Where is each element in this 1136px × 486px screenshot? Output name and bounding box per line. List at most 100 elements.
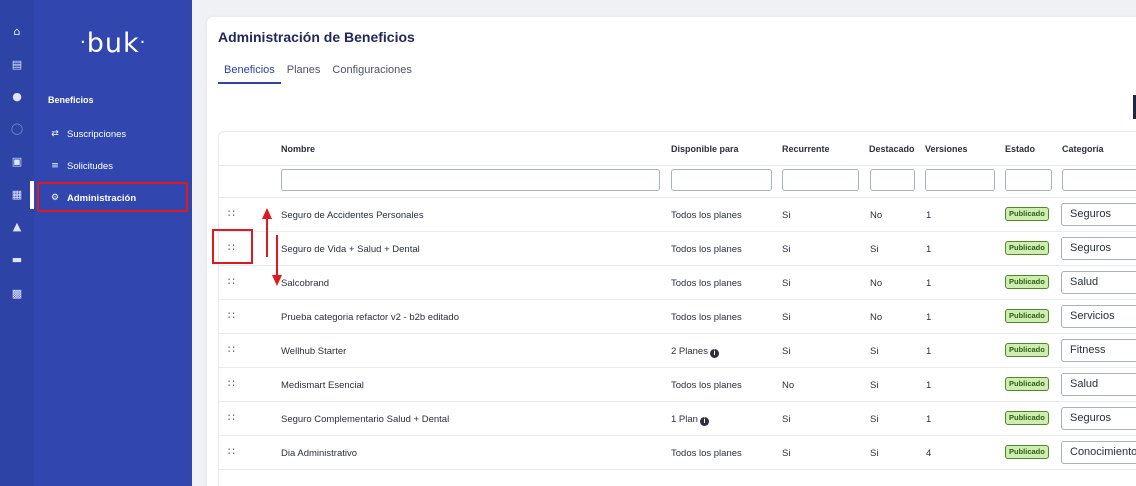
cell-disponible: Todos los planes — [671, 448, 742, 459]
benefits-table: Nombre Disponible para Recurrente Destac… — [218, 131, 1136, 486]
document-icon[interactable]: ▤ — [9, 58, 25, 72]
clock-icon[interactable]: ◯ — [9, 122, 25, 136]
tab-configuraciones[interactable]: Configuraciones — [326, 64, 418, 84]
category-select[interactable]: Salud — [1061, 271, 1136, 294]
info-icon[interactable]: i — [699, 417, 709, 426]
cell-versiones: 1 — [926, 210, 932, 221]
cell-nombre[interactable]: Prueba categoria refactor v2 - b2b edita… — [281, 312, 459, 323]
annotation-arrowhead-up — [262, 208, 272, 219]
logo: ·buk· — [80, 28, 147, 59]
annotation-arrowhead-down — [272, 275, 282, 286]
header-destacado[interactable]: Destacado — [869, 144, 915, 154]
cell-nombre[interactable]: Seguro de Accidentes Personales — [281, 210, 424, 221]
header-recurrente[interactable]: Recurrente — [782, 144, 830, 154]
cell-versiones: 1 — [926, 414, 932, 425]
list-icon: ≡ — [51, 161, 59, 171]
drag-handle-icon[interactable]: ∷ — [228, 411, 235, 424]
category-select[interactable]: Seguros — [1061, 203, 1136, 226]
cell-destacado: Si — [870, 244, 879, 255]
sidebar-section-title: Beneficios — [48, 95, 94, 105]
cell-nombre[interactable]: Seguro Complementario Salud + Dental — [281, 414, 449, 425]
filter-disponible-input[interactable] — [671, 169, 772, 191]
drag-handle-icon[interactable]: ∷ — [228, 207, 235, 220]
cell-nombre[interactable]: Salcobrand — [281, 278, 329, 289]
cell-destacado: No — [870, 312, 883, 323]
main-card: Administración de Beneficios Beneficios … — [207, 17, 1136, 486]
table-row: ∷ Dia Administrativo Todos los planes Si Si 4… — [219, 436, 1136, 470]
cell-versiones: 4 — [926, 448, 932, 459]
table-row: ∷ Prueba categoria refactor v2 - b2b edit… — [219, 300, 1136, 334]
cell-recurrente: Si — [782, 210, 791, 221]
cell-nombre[interactable]: Seguro de Vida + Salud + Dental — [281, 244, 420, 255]
annotation-arrows — [262, 208, 282, 286]
filter-destacado-input[interactable] — [870, 169, 915, 191]
drag-handle-icon[interactable]: ∷ — [228, 445, 235, 458]
home-icon[interactable]: ⌂ — [9, 25, 25, 39]
category-select[interactable]: Seguros — [1061, 407, 1136, 430]
category-select[interactable]: Fitness — [1061, 339, 1136, 362]
cell-destacado: Si — [870, 448, 879, 459]
drag-handle-icon[interactable]: ∷ — [228, 309, 235, 322]
cell-nombre[interactable]: Wellhub Starter — [281, 346, 346, 357]
cell-versiones: 1 — [926, 312, 932, 323]
sidebar-item-label: Solicitudes — [67, 160, 113, 172]
icon-rail: ⌂ ▤ ● ◯ ▣ ▦ ▲ ▬ ▩ — [0, 0, 34, 486]
briefcase-icon[interactable]: ▦ — [9, 188, 25, 202]
table-row: ∷ Seguro de Accidentes Personales Todos lo… — [219, 198, 1136, 232]
tab-beneficios[interactable]: Beneficios — [218, 64, 281, 84]
cell-disponible-text: 1 Plan — [671, 414, 698, 425]
filter-categoria-input[interactable] — [1062, 169, 1136, 191]
page-title: Administración de Beneficios — [218, 29, 415, 45]
sidebar: ·buk· Beneficios ⇄ Suscripciones ≡ Solic… — [34, 0, 192, 486]
category-select[interactable]: Conocimiento — [1061, 441, 1136, 464]
cell-versiones: 1 — [926, 346, 932, 357]
header-categoria[interactable]: Categoría — [1062, 144, 1104, 154]
header-estado[interactable]: Estado — [1005, 144, 1035, 154]
header-versiones[interactable]: Versiones — [925, 144, 968, 154]
drag-handle-icon[interactable]: ∷ — [228, 343, 235, 356]
cell-destacado: Si — [870, 346, 879, 357]
filter-recurrente-input[interactable] — [782, 169, 859, 191]
category-select[interactable]: Servicios — [1061, 305, 1136, 328]
table-row: ∷ Seguro Complementario Salud + Dental 1 P… — [219, 402, 1136, 436]
filter-nombre-input[interactable] — [281, 169, 660, 191]
category-select[interactable]: Seguros — [1061, 237, 1136, 260]
table-row: ∷ Wellhub Starter 2 Planes i Si Si 1 Publicado F… — [219, 334, 1136, 368]
cell-disponible-text: Todos los planes — [671, 278, 742, 289]
folder-icon[interactable]: ▬ — [9, 253, 25, 267]
table-header-row: Nombre Disponible para Recurrente Destac… — [219, 132, 1136, 166]
cell-disponible: Todos los planes — [671, 380, 742, 391]
cell-nombre[interactable]: Medismart Esencial — [281, 380, 364, 391]
dollar-icon[interactable]: ● — [9, 90, 25, 104]
puzzle-icon[interactable]: ▣ — [9, 155, 25, 169]
annotation-highlight-drag-handle — [212, 229, 253, 264]
cell-disponible-text: Todos los planes — [671, 210, 742, 221]
cell-disponible-text: Todos los planes — [671, 380, 742, 391]
sidebar-item-suscripciones[interactable]: ⇄ Suscripciones — [48, 125, 126, 143]
annotation-highlight-administracion — [37, 182, 188, 212]
cell-recurrente: Si — [782, 414, 791, 425]
cell-disponible: Todos los planes — [671, 278, 742, 289]
header-disponible[interactable]: Disponible para — [671, 144, 739, 154]
cell-disponible-text: Todos los planes — [671, 312, 742, 323]
cell-nombre[interactable]: Dia Administrativo — [281, 448, 357, 459]
swap-icon: ⇄ — [51, 129, 59, 139]
cell-recurrente: Si — [782, 278, 791, 289]
category-select[interactable]: Salud — [1061, 373, 1136, 396]
filter-estado-input[interactable] — [1005, 169, 1052, 191]
sidebar-item-solicitudes[interactable]: ≡ Solicitudes — [48, 157, 113, 175]
filter-row — [219, 166, 1136, 198]
info-icon[interactable]: i — [709, 349, 719, 358]
filter-versiones-input[interactable] — [925, 169, 995, 191]
drag-handle-icon[interactable]: ∷ — [228, 377, 235, 390]
sidebar-item-label: Suscripciones — [67, 128, 127, 140]
graduation-icon[interactable]: ▲ — [9, 220, 25, 234]
cell-disponible-text: Todos los planes — [671, 448, 742, 459]
cell-versiones: 1 — [926, 244, 932, 255]
tab-planes[interactable]: Planes — [281, 64, 327, 84]
drag-handle-icon[interactable]: ∷ — [228, 275, 235, 288]
status-badge: Publicado — [1005, 275, 1049, 289]
store-icon[interactable]: ▩ — [9, 287, 25, 301]
header-nombre[interactable]: Nombre — [281, 144, 315, 154]
table-row: ∷ Salcobrand Todos los planes Si No 1 Publicad… — [219, 266, 1136, 300]
